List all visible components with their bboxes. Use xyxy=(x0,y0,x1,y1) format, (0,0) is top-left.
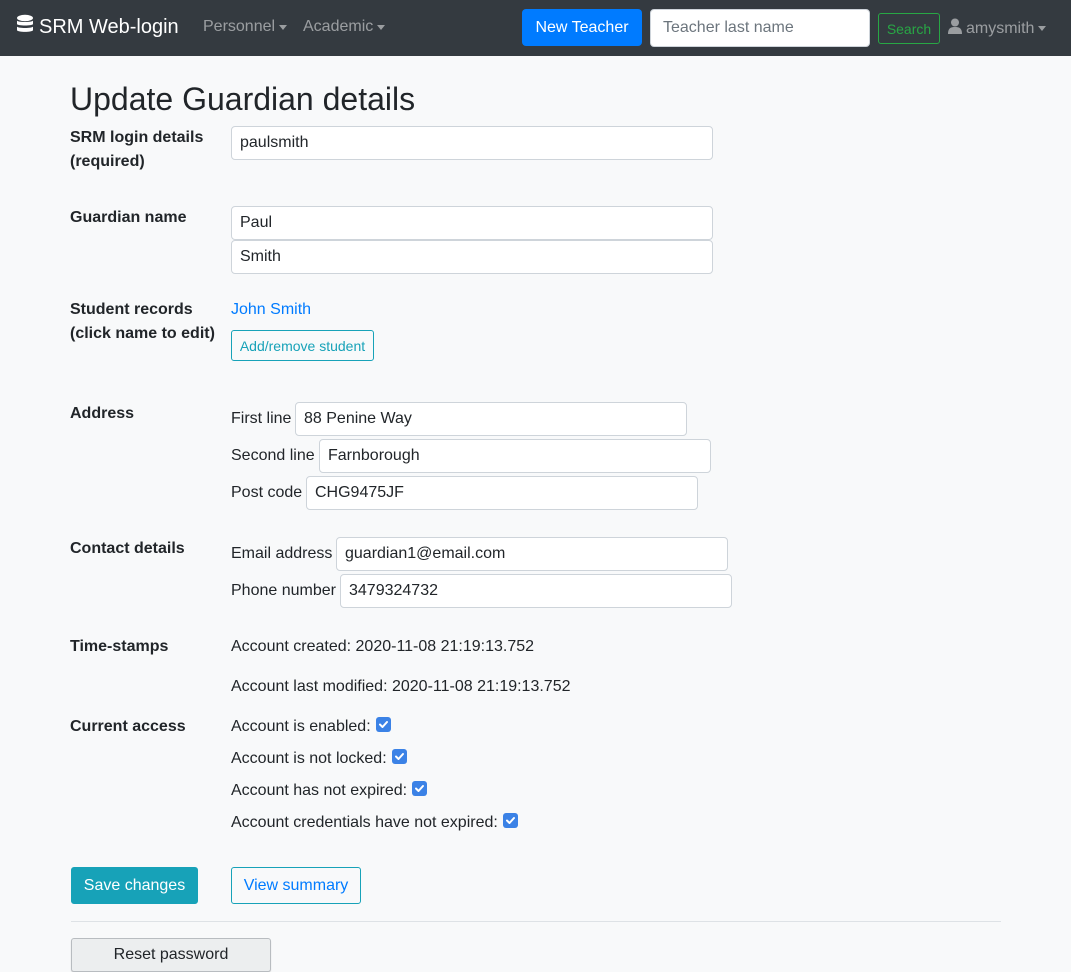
access-enabled-label: Account is enabled: xyxy=(231,718,371,735)
student-record-link[interactable]: John Smith xyxy=(231,298,311,322)
login-username-input[interactable] xyxy=(231,126,713,160)
login-label: SRM login details (required) xyxy=(70,129,204,170)
last-name-input[interactable] xyxy=(231,240,713,274)
user-icon xyxy=(948,18,966,39)
teacher-search-input[interactable] xyxy=(650,9,870,47)
access-row-enabled: Account is enabled: xyxy=(231,715,391,739)
reset-password-button[interactable]: Reset password xyxy=(71,938,271,972)
divider xyxy=(71,921,1001,922)
access-not-expired-label: Account has not expired: xyxy=(231,782,408,799)
brand-label: SRM Web-login xyxy=(39,15,179,38)
view-summary-button[interactable]: View summary xyxy=(231,867,361,904)
account-not-expired-checkbox[interactable] xyxy=(412,780,428,796)
access-row-credentials: Account credentials have not expired: xyxy=(231,811,518,835)
save-changes-button[interactable]: Save changes xyxy=(71,867,198,904)
access-row-not-locked: Account is not locked: xyxy=(231,747,407,771)
post-code-label: Post code xyxy=(231,484,303,501)
search-button[interactable]: Search xyxy=(878,13,940,44)
email-input[interactable] xyxy=(336,537,728,571)
user-menu[interactable]: amysmith xyxy=(948,18,1047,39)
page-title: Update Guardian details xyxy=(70,81,416,117)
time-stamps-label: Time-stamps xyxy=(70,638,169,655)
phone-label: Phone number xyxy=(231,582,336,599)
email-label: Email address xyxy=(231,545,333,562)
database-icon xyxy=(16,14,39,40)
access-row-not-expired: Account has not expired: xyxy=(231,779,428,803)
first-name-input[interactable] xyxy=(231,206,713,240)
post-code-input[interactable] xyxy=(306,476,698,510)
top-navbar: SRM Web-login Personnel Academic New Tea… xyxy=(0,0,1071,56)
guardian-name-label: Guardian name xyxy=(70,209,187,226)
username-label: amysmith xyxy=(966,19,1035,37)
add-remove-student-button[interactable]: Add/remove student xyxy=(231,330,374,361)
new-teacher-button[interactable]: New Teacher xyxy=(522,9,642,46)
account-created-text: Account created: 2020-11-08 21:19:13.752 xyxy=(231,638,535,655)
brand[interactable]: SRM Web-login xyxy=(16,14,179,40)
account-enabled-checkbox[interactable] xyxy=(375,716,391,732)
personnel-menu[interactable]: Personnel xyxy=(203,18,288,36)
phone-input[interactable] xyxy=(340,574,732,608)
account-modified-text: Account last modified: 2020-11-08 21:19:… xyxy=(231,678,571,695)
chevron-down-icon xyxy=(279,24,288,30)
student-records-label: Student records (click name to edit) xyxy=(70,301,215,342)
contact-details-label: Contact details xyxy=(70,540,185,557)
address-label: Address xyxy=(70,405,135,422)
chevron-down-icon xyxy=(377,24,386,30)
second-line-label: Second line xyxy=(231,447,315,464)
academic-menu[interactable]: Academic xyxy=(303,18,386,36)
first-line-label: First line xyxy=(231,410,292,427)
access-not-locked-label: Account is not locked: xyxy=(231,750,387,767)
current-access-label: Current access xyxy=(70,718,186,735)
address-first-line-input[interactable] xyxy=(295,402,687,436)
access-credentials-label: Account credentials have not expired: xyxy=(231,814,498,831)
address-second-line-input[interactable] xyxy=(319,439,711,473)
credentials-not-expired-checkbox[interactable] xyxy=(502,812,518,828)
personnel-menu-label: Personnel xyxy=(203,18,276,35)
academic-menu-label: Academic xyxy=(303,18,374,35)
chevron-down-icon xyxy=(1038,26,1047,31)
account-not-locked-checkbox[interactable] xyxy=(391,748,407,764)
